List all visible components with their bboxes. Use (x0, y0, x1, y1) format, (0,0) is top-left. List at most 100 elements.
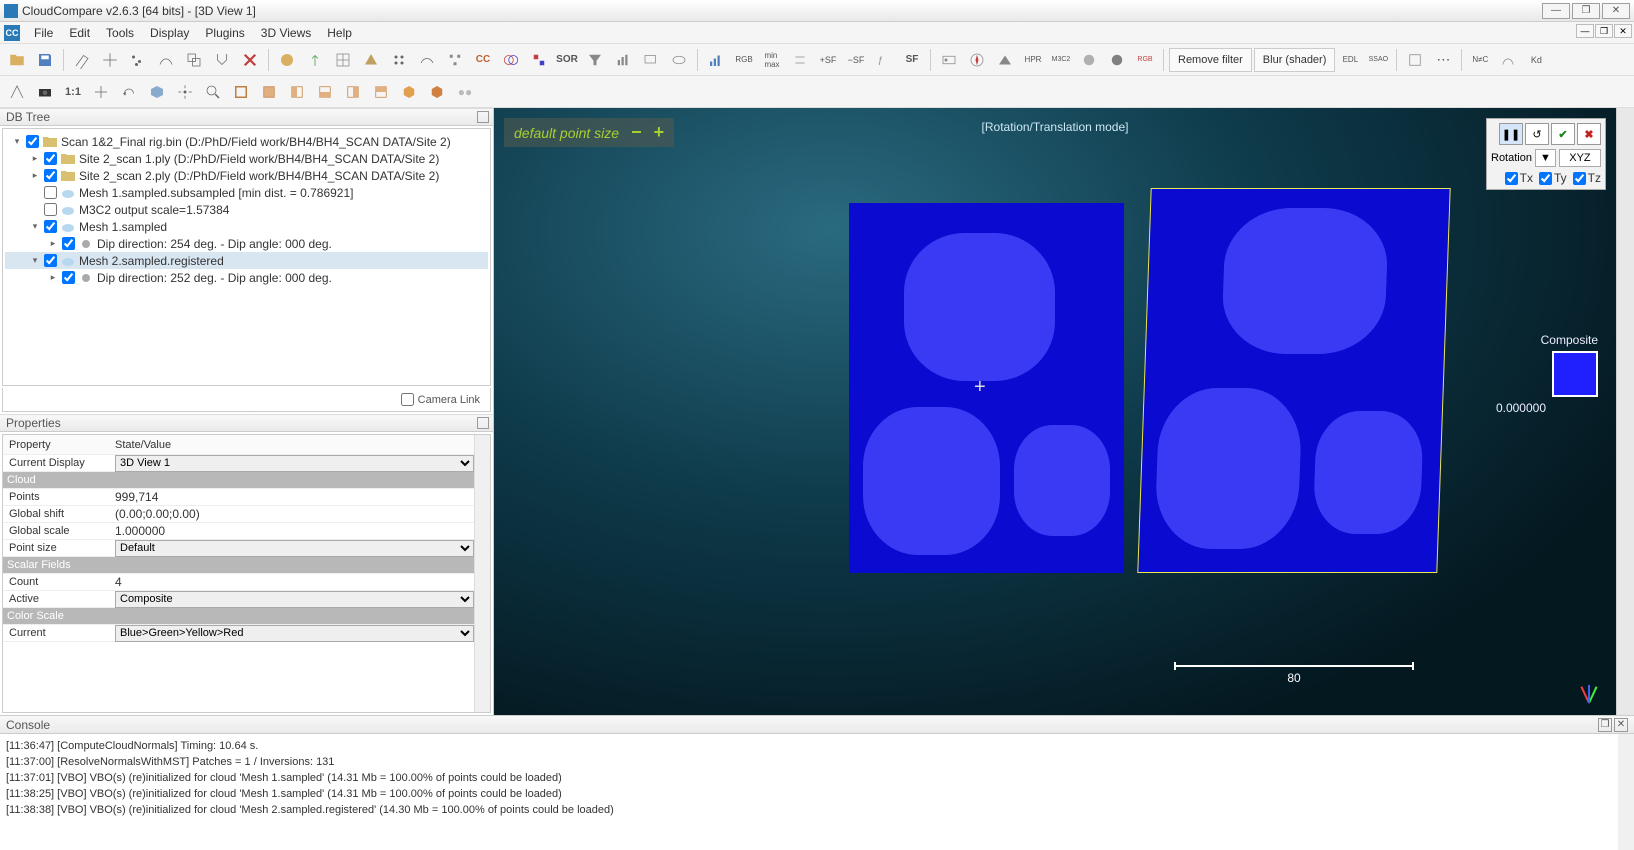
tool-normals-icon[interactable] (302, 47, 328, 73)
camera-icon[interactable] (32, 79, 58, 105)
tree-checkbox[interactable] (44, 220, 57, 233)
tree-row[interactable]: M3C2 output scale=1.57384 (5, 201, 488, 218)
tree-checkbox[interactable] (44, 169, 57, 182)
cancel-button[interactable]: ✖ (1577, 123, 1601, 145)
console-scrollbar[interactable] (1618, 734, 1634, 850)
camera-link-checkbox[interactable] (401, 393, 414, 406)
pause-button[interactable]: ❚❚ (1499, 123, 1523, 145)
tool-pick-icon[interactable] (69, 47, 95, 73)
tree-arrow-icon[interactable]: ▾ (11, 136, 23, 147)
open-icon[interactable] (4, 47, 30, 73)
tool-facets-icon[interactable] (992, 47, 1018, 73)
maximize-button[interactable]: ❐ (1572, 3, 1600, 19)
view-back-icon[interactable] (312, 79, 338, 105)
tool-cc-icon[interactable]: CC (470, 47, 496, 73)
tree-checkbox[interactable] (44, 186, 57, 199)
tree-checkbox[interactable] (44, 254, 57, 267)
properties-table[interactable]: PropertyState/ValueCurrent Display3D Vie… (3, 435, 474, 712)
tree-checkbox[interactable] (26, 135, 39, 148)
tool-convert-icon[interactable] (787, 47, 813, 73)
reset-button[interactable]: ↺ (1525, 123, 1549, 145)
rotation-xyz[interactable]: XYZ (1559, 149, 1601, 167)
right-scrollbar[interactable] (1616, 108, 1634, 715)
iso-view-icon[interactable] (144, 79, 170, 105)
tree-row[interactable]: ▸Site 2_scan 2.ply (D:/PhD/Field work/BH… (5, 167, 488, 184)
tool-trace-icon[interactable] (153, 47, 179, 73)
tool-delete-icon[interactable] (237, 47, 263, 73)
view-iso1-icon[interactable] (396, 79, 422, 105)
tree-checkbox[interactable] (62, 237, 75, 250)
tool-poisson-icon[interactable] (1495, 47, 1521, 73)
center-icon[interactable] (172, 79, 198, 105)
tool-register-icon[interactable] (498, 47, 524, 73)
menu-help[interactable]: Help (319, 24, 360, 42)
console-output[interactable]: [11:36:47] [ComputeCloudNormals] Timing:… (0, 734, 1618, 850)
tree-checkbox[interactable] (44, 203, 57, 216)
view-front-icon[interactable] (256, 79, 282, 105)
tool-scalar-icon[interactable]: RGB (731, 47, 757, 73)
tool-edl-icon[interactable]: EDL (1337, 47, 1363, 73)
properties-scrollbar[interactable] (474, 435, 490, 712)
tool-pointlist-icon[interactable] (125, 47, 151, 73)
tool-merge-icon[interactable] (209, 47, 235, 73)
mdi-minimize-icon[interactable]: — (1576, 24, 1594, 38)
ty-checkbox[interactable] (1539, 172, 1552, 185)
menu-plugins[interactable]: Plugins (197, 24, 252, 42)
mdi-close-icon[interactable]: ✕ (1614, 24, 1632, 38)
tool-m3c2-icon[interactable]: M3C2 (1048, 47, 1074, 73)
tool-octree-icon[interactable] (330, 47, 356, 73)
tree-checkbox[interactable] (62, 271, 75, 284)
remove-filter-button[interactable]: Remove filter (1169, 48, 1252, 72)
tree-row[interactable]: Mesh 1.sampled.subsampled [min dist. = 0… (5, 184, 488, 201)
tool-smooth-icon[interactable] (414, 47, 440, 73)
tool-nc-icon[interactable]: N≠C (1467, 47, 1493, 73)
tool-addsf-icon[interactable]: +SF (815, 47, 841, 73)
tree-row[interactable]: ▸Dip direction: 254 deg. - Dip angle: 00… (5, 235, 488, 252)
tree-row[interactable]: ▸Dip direction: 252 deg. - Dip angle: 00… (5, 269, 488, 286)
tool-rgb-icon[interactable]: RGB (1132, 47, 1158, 73)
tree-row[interactable]: ▾Mesh 2.sampled.registered (5, 252, 488, 269)
tree-arrow-icon[interactable]: ▸ (29, 153, 41, 164)
tool-primitive-icon[interactable] (666, 47, 692, 73)
3d-viewport[interactable]: default point size − + [Rotation/Transla… (494, 108, 1616, 715)
tx-checkbox[interactable] (1505, 172, 1518, 185)
tool-clone-icon[interactable] (181, 47, 207, 73)
tool-level-icon[interactable] (97, 47, 123, 73)
dock-icon[interactable] (477, 111, 489, 123)
apply-button[interactable]: ✔ (1551, 123, 1575, 145)
console-dock-icon[interactable]: ❐ (1598, 718, 1612, 732)
tool-animation-icon[interactable] (936, 47, 962, 73)
menu-display[interactable]: Display (142, 24, 197, 42)
prop-dropdown[interactable]: Default (115, 540, 474, 557)
menu-file[interactable]: File (26, 24, 61, 42)
tool-pcv-icon[interactable] (1076, 47, 1102, 73)
tree-row[interactable]: ▾Mesh 1.sampled (5, 218, 488, 235)
tool-hpr-icon[interactable]: HPR (1020, 47, 1046, 73)
tool-subsample-icon[interactable] (442, 47, 468, 73)
menu-edit[interactable]: Edit (61, 24, 98, 42)
tool-colors-icon[interactable] (274, 47, 300, 73)
point-size-plus[interactable]: + (654, 122, 665, 143)
tool-kd-icon[interactable]: Kd (1523, 47, 1549, 73)
tool-histogram-icon[interactable] (703, 47, 729, 73)
view-iso2-icon[interactable] (424, 79, 450, 105)
pick-rotation-icon[interactable] (4, 79, 30, 105)
tool-label-icon[interactable] (638, 47, 664, 73)
console-close-icon[interactable]: ✕ (1614, 718, 1628, 732)
tree-checkbox[interactable] (44, 152, 57, 165)
tool-deletesf-icon[interactable]: −SF (843, 47, 869, 73)
tree-row[interactable]: ▾Scan 1&2_Final rig.bin (D:/PhD/Field wo… (5, 133, 488, 150)
rotation-dropdown[interactable]: ▼ (1535, 149, 1556, 167)
close-button[interactable]: ✕ (1602, 3, 1630, 19)
tool-stats-icon[interactable] (610, 47, 636, 73)
tool-sample-icon[interactable] (386, 47, 412, 73)
menu-tools[interactable]: Tools (98, 24, 142, 42)
view-top-icon[interactable] (228, 79, 254, 105)
save-icon[interactable] (32, 47, 58, 73)
db-tree[interactable]: ▾Scan 1&2_Final rig.bin (D:/PhD/Field wo… (2, 128, 491, 386)
menu-3dviews[interactable]: 3D Views (253, 24, 319, 42)
tool-cork-icon[interactable]: ⋯ (1430, 47, 1456, 73)
tree-row[interactable]: ▸Site 2_scan 1.ply (D:/PhD/Field work/BH… (5, 150, 488, 167)
tool-arithmetic-icon[interactable]: ƒ (871, 47, 897, 73)
tool-gradient-icon[interactable]: minmax (759, 47, 785, 73)
